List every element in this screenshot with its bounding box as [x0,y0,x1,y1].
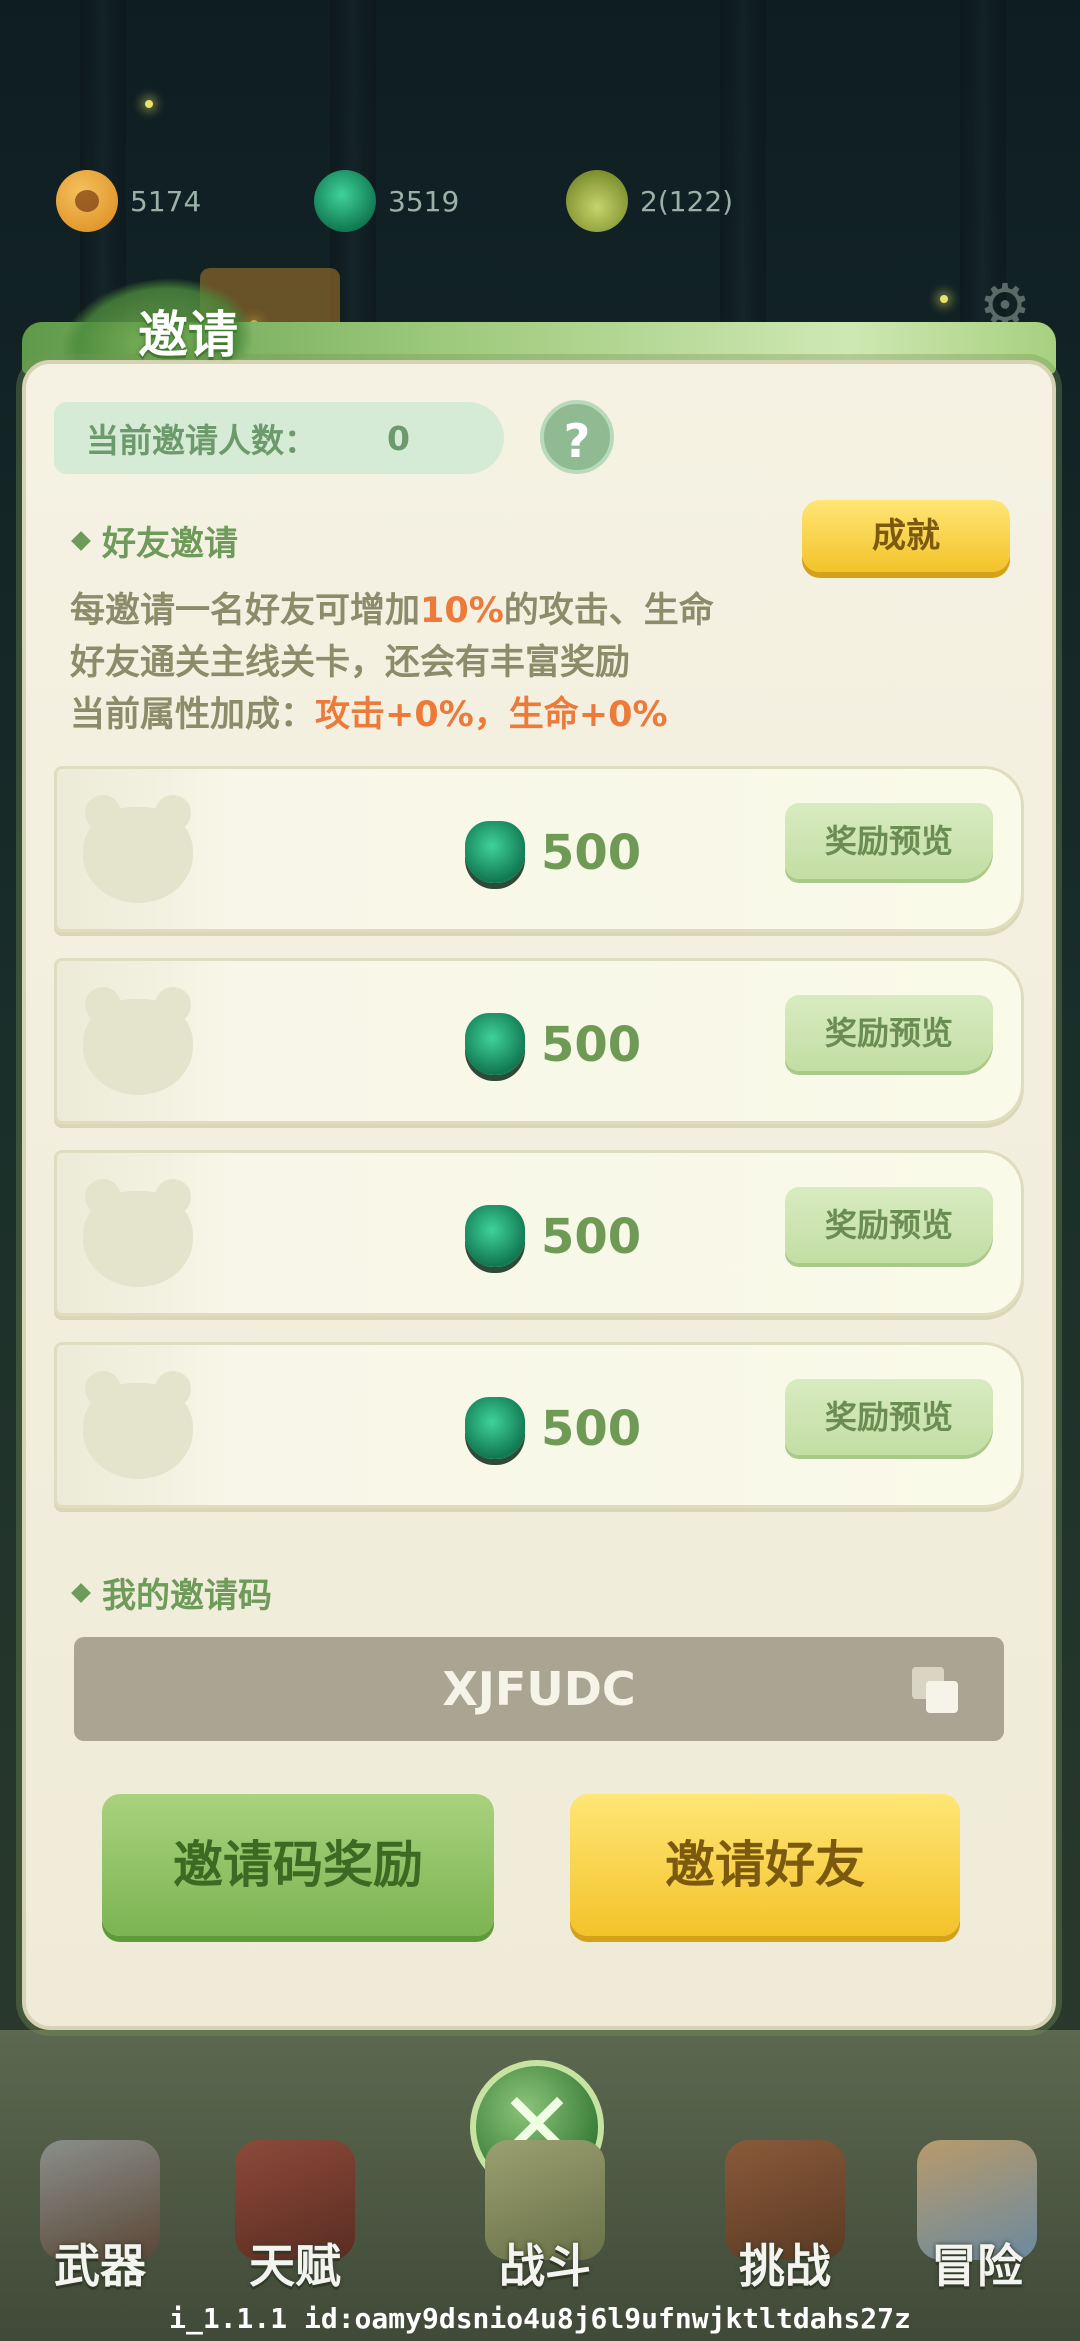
desc-line-1-tail: 的攻击、生命 [503,591,714,631]
desc-line-1-highlight: 10% [420,591,504,631]
firefly [145,100,153,108]
bear-silhouette-icon [83,795,193,903]
desc-line-3: 当前属性加成：攻击+0%，生命+0% [70,686,668,737]
reward-amount: 500 [541,825,642,881]
reward-preview-button[interactable]: 奖励预览 [785,1379,993,1455]
bear-silhouette-icon [83,1371,193,1479]
diamond-bullet-icon [71,530,91,551]
reward-preview-button[interactable]: 奖励预览 [785,1187,993,1263]
bear-silhouette-icon [83,1179,193,1287]
nav-label: 天赋 [249,2239,341,2293]
copy-icon[interactable] [912,1667,962,1715]
green-gem-icon [314,170,376,232]
desc-line-2: 好友通关主线关卡，还会有丰富奖励 [70,643,631,683]
help-button[interactable]: ? [540,400,614,474]
nav-label: 挑战 [739,2239,831,2293]
invite-code-heading: 我的邀请码 [71,1568,272,1617]
green-gem-icon [465,1013,525,1075]
invite-count-label: 当前邀请人数： [86,421,317,460]
desc-line-3-text: 当前属性加成： [70,695,316,735]
nav-label: 武器 [54,2239,146,2293]
achievement-button[interactable]: 成就 [802,500,1010,572]
reward-preview-button[interactable]: 奖励预览 [785,995,993,1071]
nav-item-talent[interactable]: 天赋 [220,2140,370,2296]
resource-gems: 3519 [314,170,459,232]
green-gem-icon [465,1397,525,1459]
invite-count-pill: 当前邀请人数： 0 [54,402,504,474]
invite-code-reward-button[interactable]: 邀请码奖励 [102,1794,494,1936]
reward-row: 500 奖励预览 [54,958,1024,1124]
nav-label: 战斗 [499,2239,591,2293]
paw-coin-icon [56,170,118,232]
bear-silhouette-icon [83,987,193,1095]
nav-label: 冒险 [931,2239,1023,2293]
panel-title: 邀请 [138,306,238,364]
nav-item-challenge[interactable]: 挑战 [710,2140,860,2296]
invite-count-value: 0 [387,418,410,458]
gem-value: 3519 [388,184,460,218]
reward-amount: 500 [541,1401,642,1457]
invite-code-value: XJFUDC [442,1662,636,1716]
firefly [940,295,948,303]
nav-item-adventure[interactable]: 冒险 [902,2140,1052,2296]
paw-coin-value: 5174 [130,184,202,218]
reward-preview-button[interactable]: 奖励预览 [785,803,993,879]
nav-item-battle[interactable]: 战斗 [470,2140,620,2296]
resource-bamboo-shoots: 2(122) [566,170,733,232]
invite-friend-button[interactable]: 邀请好友 [570,1794,960,1936]
bamboo-shoot-icon [566,170,628,232]
attribute-bonus-value: 攻击+0%，生命+0% [315,695,668,735]
desc-line-1-text: 每邀请一名好友可增加 [70,591,421,631]
desc-line-1: 每邀请一名好友可增加10%的攻击、生命 [70,582,714,633]
invite-code-field[interactable]: XJFUDC [74,1637,1004,1741]
resource-paw-coins: 5174 [56,170,201,232]
build-id-text: i_1.1.1 id:oamy9dsnio4u8j6l9ufnwjktltdah… [169,2302,911,2335]
bamboo-shoot-value: 2(122) [640,184,734,218]
friend-invite-title: 好友邀请 [102,524,238,564]
nav-item-weapon[interactable]: 武器 [25,2140,175,2296]
reward-amount: 500 [541,1209,642,1265]
green-gem-icon [465,821,525,883]
reward-amount: 500 [541,1017,642,1073]
friend-invite-heading: 好友邀请 [71,516,238,565]
reward-row: 500 奖励预览 [54,766,1024,932]
diamond-bullet-icon [71,1582,91,1603]
green-gem-icon [465,1205,525,1267]
invite-code-title: 我的邀请码 [102,1576,272,1616]
reward-row: 500 奖励预览 [54,1342,1024,1508]
reward-row: 500 奖励预览 [54,1150,1024,1316]
